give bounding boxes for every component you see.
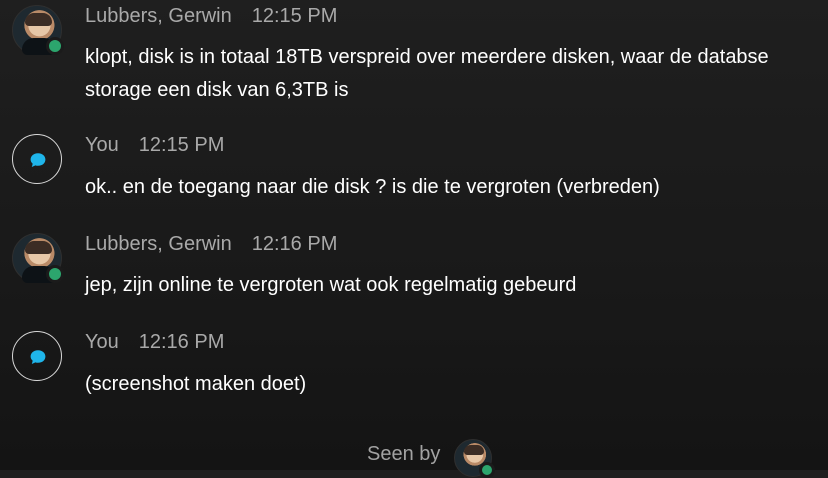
message-text: klopt, disk is in totaal 18TB verspreid …: [85, 46, 769, 101]
message-item: Lubbers, Gerwin 12:16 PM jep, zijn onlin…: [0, 229, 828, 309]
avatar-hair-detail: [464, 445, 485, 455]
message-time: 12:15 PM: [138, 133, 225, 156]
message-time: 12:16 PM: [251, 232, 338, 255]
online-status-icon: [46, 37, 64, 55]
message-meta: You 12:15 PM: [85, 133, 224, 157]
avatar-hair-detail: [25, 13, 52, 26]
chat-message-list: Lubbers, Gerwin 12:15 PM klopt, disk is …: [0, 0, 828, 478]
message-item: Lubbers, Gerwin 12:15 PM klopt, disk is …: [0, 0, 828, 115]
chat-bubble-icon: [30, 350, 46, 364]
message-meta: Lubbers, Gerwin 12:15 PM: [85, 4, 337, 28]
sender-name[interactable]: Lubbers, Gerwin: [85, 5, 232, 28]
own-avatar[interactable]: [12, 331, 62, 381]
message-meta: You 12:16 PM: [85, 330, 224, 354]
seen-by-label: Seen by: [367, 442, 441, 465]
seen-by-row: Seen by: [367, 438, 496, 478]
message-item: You 12:15 PM ok.. en de toegang naar die…: [0, 130, 828, 210]
message-text: ok.. en de toegang naar die disk ? is di…: [85, 176, 660, 198]
message-item: You 12:16 PM (screenshot maken doet): [0, 329, 828, 409]
sender-name[interactable]: Lubbers, Gerwin: [85, 233, 232, 256]
sender-name[interactable]: You: [85, 134, 119, 157]
message-time: 12:16 PM: [138, 330, 225, 353]
message-text: jep, zijn online te vergroten wat ook re…: [85, 274, 577, 296]
sender-name[interactable]: You: [85, 331, 119, 354]
seen-by-avatar[interactable]: [454, 439, 496, 478]
avatar-hair-detail: [25, 241, 52, 254]
message-time: 12:15 PM: [251, 4, 338, 27]
message-meta: Lubbers, Gerwin 12:16 PM: [85, 232, 337, 256]
online-status-icon: [46, 265, 64, 283]
sender-avatar[interactable]: [12, 233, 64, 283]
own-avatar[interactable]: [12, 134, 62, 184]
online-status-icon: [479, 462, 496, 478]
chat-bubble-icon: [30, 153, 46, 167]
message-text: (screenshot maken doet): [85, 373, 307, 395]
sender-avatar[interactable]: [12, 5, 64, 55]
